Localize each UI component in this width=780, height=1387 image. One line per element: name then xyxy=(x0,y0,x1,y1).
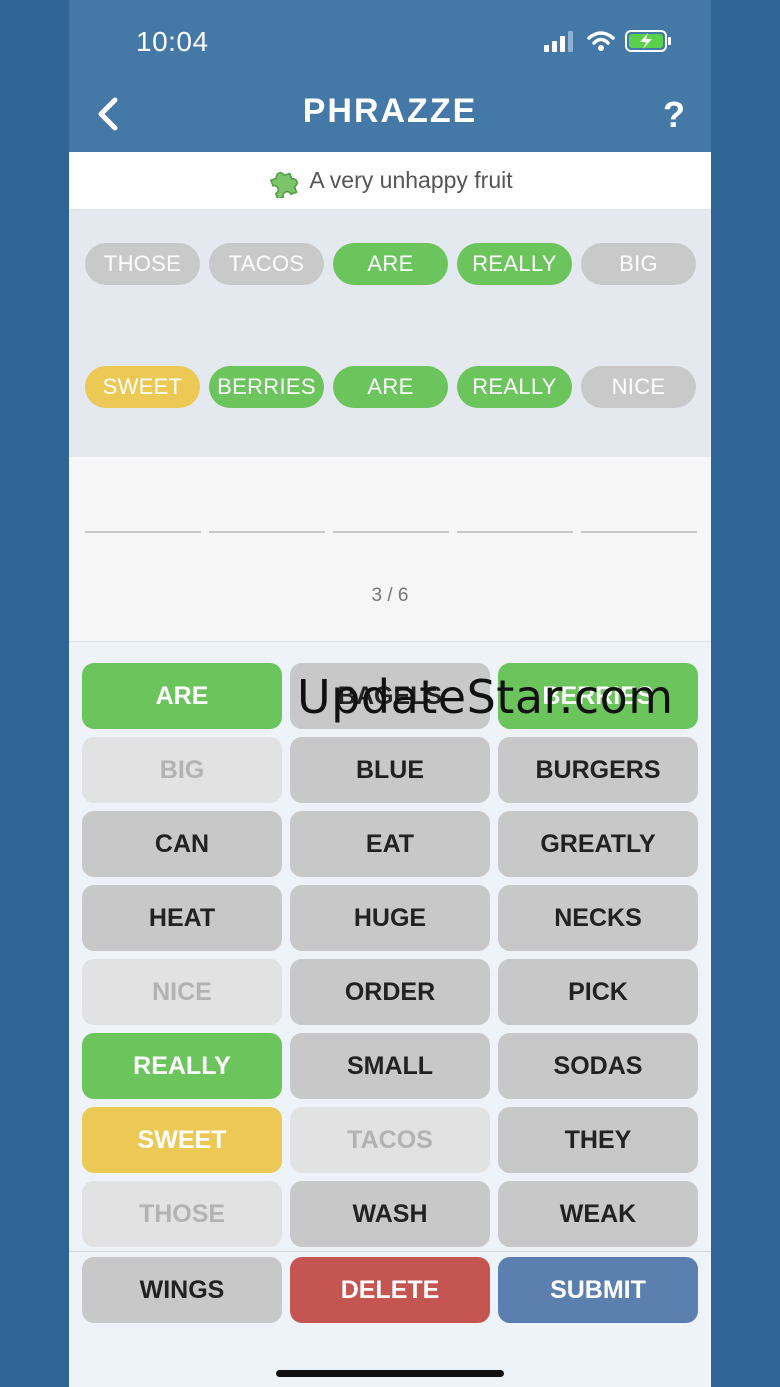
submit-button[interactable]: SUBMIT xyxy=(498,1257,698,1323)
word-key-sodas[interactable]: SODAS xyxy=(498,1033,698,1099)
battery-charging-icon xyxy=(625,30,671,52)
word-slot xyxy=(209,531,325,533)
word-key-bagels[interactable]: BAGELS xyxy=(290,663,490,729)
guess-chip: BIG xyxy=(581,243,696,285)
word-key-are[interactable]: ARE xyxy=(82,663,282,729)
word-slot xyxy=(581,531,697,533)
guess-chip: NICE xyxy=(581,366,696,408)
help-button[interactable]: ? xyxy=(663,94,685,136)
word-key-berries[interactable]: BERRIES xyxy=(498,663,698,729)
guess-row-1: THOSE TACOS ARE REALLY BIG xyxy=(85,243,697,285)
word-slot xyxy=(85,531,201,533)
status-time: 10:04 xyxy=(136,26,209,57)
word-key-small[interactable]: SMALL xyxy=(290,1033,490,1099)
guess-chip: BERRIES xyxy=(209,366,324,408)
guess-history: THOSE TACOS ARE REALLY BIG SWEET BERRIES… xyxy=(69,210,711,457)
home-indicator xyxy=(276,1370,504,1377)
word-key-blue[interactable]: BLUE xyxy=(290,737,490,803)
word-key-wings[interactable]: WINGS xyxy=(82,1257,282,1323)
word-key-burgers[interactable]: BURGERS xyxy=(498,737,698,803)
word-key-big[interactable]: BIG xyxy=(82,737,282,803)
guess-chip: ARE xyxy=(333,366,448,408)
word-key-huge[interactable]: HUGE xyxy=(290,885,490,951)
signal-icon xyxy=(544,31,573,52)
guess-chip: REALLY xyxy=(457,243,572,285)
app-header: 10:04 PHRAZZE ? xyxy=(69,0,711,152)
app-title: PHRAZZE xyxy=(302,92,478,130)
word-slot xyxy=(333,531,449,533)
word-slot xyxy=(457,531,573,533)
word-key-tacos[interactable]: TACOS xyxy=(290,1107,490,1173)
hint-bar: A very unhappy fruit xyxy=(69,152,711,210)
word-key-weak[interactable]: WEAK xyxy=(498,1181,698,1247)
word-key-pick[interactable]: PICK xyxy=(498,959,698,1025)
word-key-eat[interactable]: EAT xyxy=(290,811,490,877)
delete-button[interactable]: DELETE xyxy=(290,1257,490,1323)
wifi-icon xyxy=(587,31,615,51)
hint-text: A very unhappy fruit xyxy=(309,167,513,193)
guess-chip: SWEET xyxy=(85,366,200,408)
guess-row-2: SWEET BERRIES ARE REALLY NICE xyxy=(85,366,697,408)
guess-chip: REALLY xyxy=(457,366,572,408)
word-key-order[interactable]: ORDER xyxy=(290,959,490,1025)
word-key-greatly[interactable]: GREATLY xyxy=(498,811,698,877)
word-key-those[interactable]: THOSE xyxy=(82,1181,282,1247)
puzzle-icon xyxy=(270,171,299,198)
word-key-necks[interactable]: NECKS xyxy=(498,885,698,951)
app-screen: 10:04 PHRAZZE ? A very unhappy fruit THO… xyxy=(69,0,711,1387)
word-key-they[interactable]: THEY xyxy=(498,1107,698,1173)
word-key-sweet[interactable]: SWEET xyxy=(82,1107,282,1173)
guess-chip: THOSE xyxy=(85,243,200,285)
guess-chip: TACOS xyxy=(209,243,324,285)
word-key-heat[interactable]: HEAT xyxy=(82,885,282,951)
status-icons xyxy=(543,30,671,52)
word-key-really[interactable]: REALLY xyxy=(82,1033,282,1099)
guess-chip: ARE xyxy=(333,243,448,285)
word-key-can[interactable]: CAN xyxy=(82,811,282,877)
word-key-nice[interactable]: NICE xyxy=(82,959,282,1025)
current-guess-entry: 3 / 6 xyxy=(69,457,711,642)
word-key-wash[interactable]: WASH xyxy=(290,1181,490,1247)
guess-progress: 3 / 6 xyxy=(371,585,409,606)
divider xyxy=(69,1251,711,1252)
